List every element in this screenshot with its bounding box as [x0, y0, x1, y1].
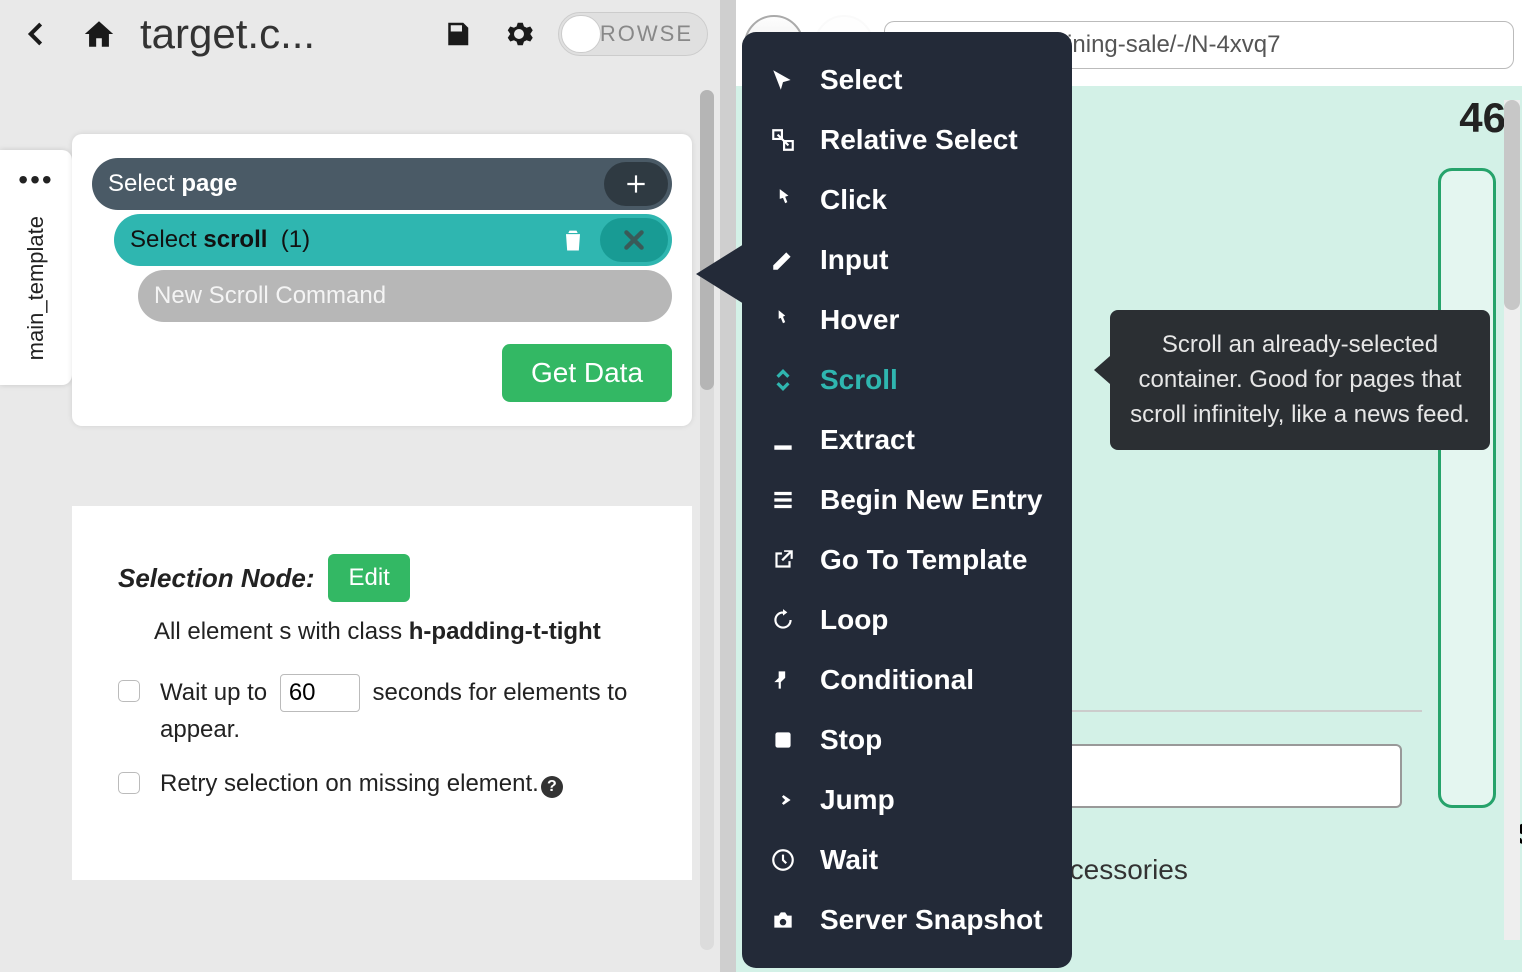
- hover-icon: [768, 305, 798, 335]
- click-icon: [768, 185, 798, 215]
- menu-item-goto[interactable]: Go To Template: [742, 530, 1072, 590]
- menu-item-label: Extract: [820, 424, 915, 456]
- menu-item-scroll[interactable]: Scroll: [742, 350, 1072, 410]
- input-icon: [768, 245, 798, 275]
- snap-icon: [768, 905, 798, 935]
- menu-item-cond[interactable]: Conditional: [742, 650, 1072, 710]
- home-button[interactable]: [76, 11, 122, 57]
- menu-item-jump[interactable]: Jump: [742, 770, 1072, 830]
- menu-item-label: Jump: [820, 784, 895, 816]
- command-select-page[interactable]: Select page: [92, 158, 672, 210]
- relative-icon: [768, 125, 798, 155]
- new-scroll-command[interactable]: New Scroll Command: [138, 270, 672, 322]
- save-button[interactable]: [434, 11, 480, 57]
- menu-item-snap[interactable]: Server Snapshot: [742, 890, 1072, 950]
- menu-arrow-icon: [696, 244, 744, 304]
- menu-item-select[interactable]: Select: [742, 50, 1072, 110]
- close-command-button[interactable]: [600, 218, 668, 262]
- menu-item-click[interactable]: Click: [742, 170, 1072, 230]
- app-toolbar: target.c... BROWSE: [0, 0, 720, 68]
- menu-item-begin[interactable]: Begin New Entry: [742, 470, 1072, 530]
- menu-item-label: Hover: [820, 304, 899, 336]
- template-menu-icon[interactable]: •••: [18, 164, 53, 196]
- result-count: 46: [1459, 94, 1506, 142]
- menu-item-label: Go To Template: [820, 544, 1027, 576]
- pane-divider: [720, 0, 736, 972]
- template-tab[interactable]: ••• main_template: [0, 150, 72, 385]
- menu-item-label: Conditional: [820, 664, 974, 696]
- menu-item-hover[interactable]: Hover: [742, 290, 1072, 350]
- loop-icon: [768, 605, 798, 635]
- scroll-icon: [768, 365, 798, 395]
- help-icon[interactable]: ?: [541, 776, 563, 798]
- menu-item-wait[interactable]: Wait: [742, 830, 1072, 890]
- stop-icon: [768, 725, 798, 755]
- left-scrollbar[interactable]: [700, 90, 714, 950]
- add-command-button[interactable]: [604, 162, 668, 206]
- edit-selection-button[interactable]: Edit: [328, 554, 409, 602]
- menu-item-label: Loop: [820, 604, 888, 636]
- project-title: target.c...: [140, 10, 416, 58]
- menu-item-label: Server Snapshot: [820, 904, 1043, 936]
- menu-item-label: Wait: [820, 844, 878, 876]
- extract-icon: [768, 425, 798, 455]
- select-icon: [768, 65, 798, 95]
- menu-item-input[interactable]: Input: [742, 230, 1072, 290]
- selection-panel: Selection Node: Edit All element s with …: [72, 506, 692, 880]
- menu-item-extract[interactable]: Extract: [742, 410, 1072, 470]
- wait-seconds-input[interactable]: [280, 674, 360, 712]
- cond-icon: [768, 665, 798, 695]
- menu-item-relative[interactable]: Relative Select: [742, 110, 1072, 170]
- retry-checkbox[interactable]: [118, 772, 140, 794]
- jump-icon: [768, 785, 798, 815]
- settings-button[interactable]: [496, 11, 542, 57]
- menu-item-stop[interactable]: Stop: [742, 710, 1072, 770]
- menu-item-label: Begin New Entry: [820, 484, 1042, 516]
- get-data-button[interactable]: Get Data: [502, 344, 672, 402]
- back-button[interactable]: [12, 11, 58, 57]
- goto-icon: [768, 545, 798, 575]
- menu-item-label: Input: [820, 244, 888, 276]
- commands-panel: Select page Select scroll (1) New Scroll…: [72, 134, 692, 426]
- scroll-tooltip: Scroll an already-selected container. Go…: [1110, 310, 1490, 450]
- selection-highlight: [1438, 168, 1496, 808]
- selection-node-label: Selection Node:: [118, 563, 314, 594]
- menu-item-label: Click: [820, 184, 887, 216]
- begin-icon: [768, 485, 798, 515]
- selection-description: All element s with class h-padding-t-tig…: [154, 618, 662, 646]
- wait-icon: [768, 845, 798, 875]
- menu-item-label: Relative Select: [820, 124, 1018, 156]
- menu-item-label: Scroll: [820, 364, 898, 396]
- menu-item-loop[interactable]: Loop: [742, 590, 1072, 650]
- wait-checkbox[interactable]: [118, 680, 140, 702]
- menu-item-label: Stop: [820, 724, 882, 756]
- browse-toggle[interactable]: BROWSE: [558, 12, 708, 56]
- delete-command-button[interactable]: [546, 218, 600, 262]
- preview-scrollbar[interactable]: [1504, 100, 1520, 940]
- toggle-knob: [561, 15, 601, 53]
- command-select-scroll[interactable]: Select scroll (1): [114, 214, 672, 266]
- menu-item-label: Select: [820, 64, 903, 96]
- template-tab-label: main_template: [23, 216, 49, 360]
